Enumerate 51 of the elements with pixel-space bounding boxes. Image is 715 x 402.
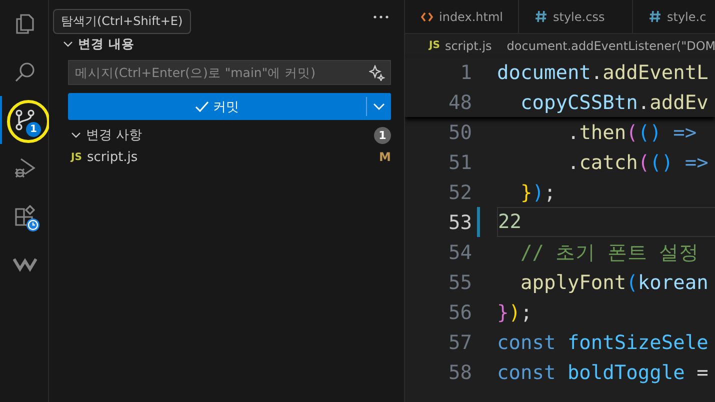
search-icon: [13, 60, 37, 84]
editor-tab[interactable]: style.css: [519, 0, 633, 33]
line-number: 48: [448, 90, 472, 114]
caret-icon: [373, 102, 385, 110]
section-header[interactable]: 변경 내용: [63, 33, 391, 55]
code-line: });: [519, 180, 556, 204]
notification-badge: 1: [26, 122, 41, 137]
code-brackets-icon: [421, 12, 433, 22]
code-line: const boldToggle =: [497, 360, 708, 384]
line-number: 1: [459, 60, 472, 84]
extensions-icon: [13, 204, 37, 228]
code-line: });: [497, 300, 532, 324]
hash-icon: [649, 10, 661, 23]
breadcrumb-symbol[interactable]: document.addEventListener("DOM: [506, 38, 715, 52]
check-icon: [195, 100, 209, 112]
line-number: 54: [448, 240, 472, 264]
line-number: 51: [448, 150, 472, 174]
code-line: copyCSSBtn.addEv: [519, 90, 708, 114]
line-number: 53: [448, 210, 472, 234]
editor-tab[interactable]: style.c: [633, 0, 715, 33]
commit-message-field[interactable]: 메시지(Ctrl+Enter(으)로 "main"에 커밋): [68, 60, 391, 85]
hash-icon: [535, 10, 547, 23]
code-line: const fontSizeSele: [497, 330, 708, 354]
line-number: 57: [448, 330, 472, 354]
count-badge: 1: [374, 126, 391, 144]
files-icon: [13, 12, 37, 36]
w-logo-icon: [13, 256, 37, 272]
line-number: 50: [448, 120, 472, 144]
run-debug-icon: [13, 156, 37, 180]
code-line: document.addEventL: [497, 60, 708, 84]
section-header[interactable]: 변경 사항 1: [71, 124, 391, 146]
sparkle-icon[interactable]: [369, 64, 385, 80]
clock-icon: [26, 218, 40, 232]
js-file-icon: JS: [429, 40, 440, 51]
line-number: 56: [448, 300, 472, 324]
line-number: 58: [448, 360, 472, 384]
tooltip: 탐색기(Ctrl+Shift+E): [53, 9, 191, 34]
line-number: 52: [448, 180, 472, 204]
code-line: 22: [497, 207, 715, 237]
more-icon[interactable]: [373, 14, 389, 18]
code-line: // 초기 폰트 설정: [519, 240, 700, 266]
changed-file-item[interactable]: JS script.js M: [67, 146, 391, 168]
code-line: applyFont(korean: [519, 270, 708, 294]
chevron-icon: [71, 130, 81, 140]
source-control-icon: [13, 108, 37, 132]
code-line: .then(() =>: [566, 120, 697, 144]
line-number: 55: [448, 270, 472, 294]
code-line: .catch(() =>: [566, 150, 708, 174]
editor-tab[interactable]: index.html: [405, 0, 519, 33]
breadcrumb-file[interactable]: script.js: [444, 38, 492, 52]
chevron-icon: [63, 39, 73, 49]
